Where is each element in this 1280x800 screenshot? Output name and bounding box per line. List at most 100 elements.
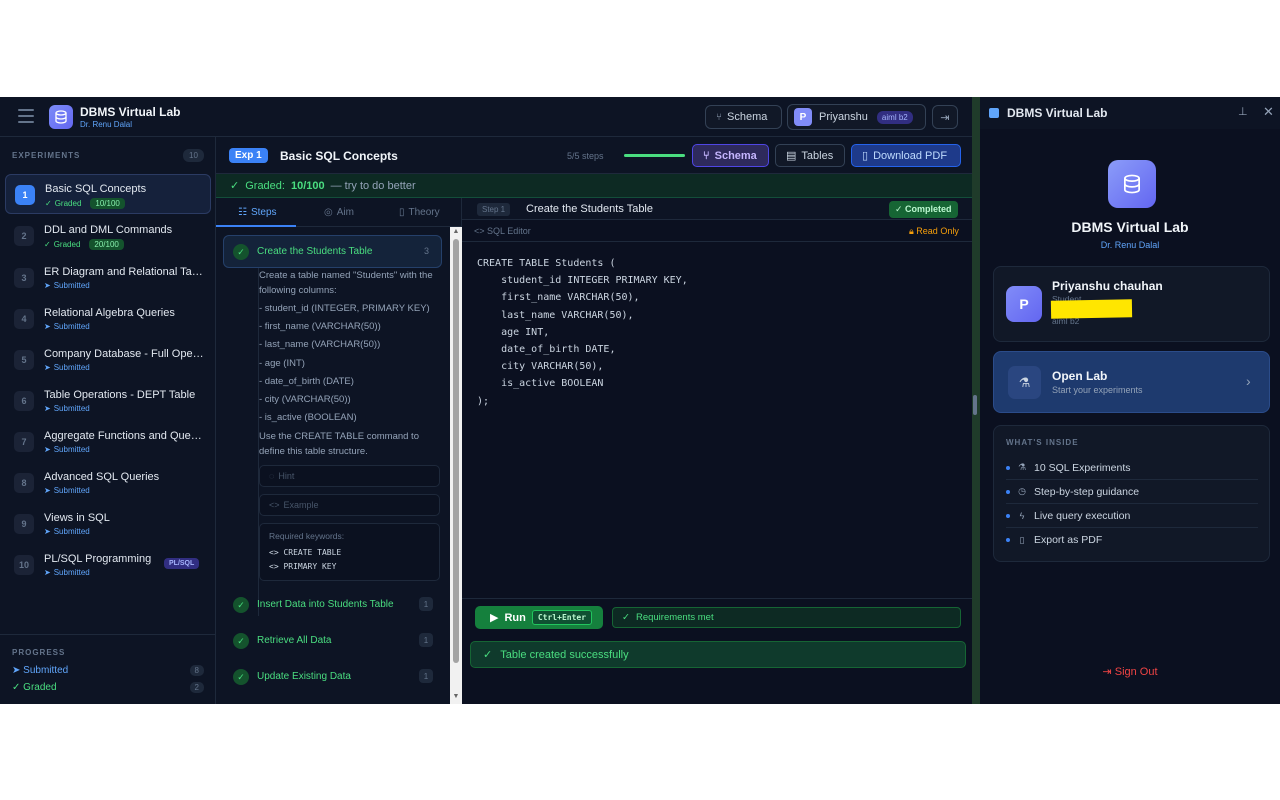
- open-lab-title: Open Lab: [1052, 369, 1108, 383]
- step-item[interactable]: ✓ Update Existing Data 1: [233, 667, 438, 687]
- step-item[interactable]: ✓ Retrieve All Data 1: [233, 631, 438, 651]
- feature-text: 10 SQL Experiments: [1034, 461, 1131, 474]
- logout-icon: ⇥: [940, 111, 950, 124]
- user-name: Priyanshu: [819, 111, 868, 123]
- database-logo-icon: [1108, 160, 1156, 208]
- resize-handle[interactable]: [973, 395, 977, 415]
- graded-score: 10/100: [290, 179, 325, 192]
- sidebar-item-exp-5[interactable]: 5 Company Database - Full Operat... ➤ Sub…: [5, 340, 211, 380]
- hint-button[interactable]: ◌ Hint: [259, 465, 440, 487]
- exp-status: ➤ Submitted: [44, 404, 90, 413]
- status-text: Submitted: [53, 281, 90, 290]
- bullet: [1006, 538, 1010, 542]
- sidebar-item-exp-8[interactable]: 8 Advanced SQL Queries ➤ Submitted: [5, 463, 211, 503]
- tab-theory[interactable]: ▯ Theory: [399, 207, 440, 218]
- lightbulb-icon: ◌: [269, 471, 275, 481]
- menu-icon[interactable]: [18, 109, 34, 123]
- exp-status: ➤ Submitted: [44, 568, 90, 577]
- sidebar-item-exp-1[interactable]: 1 Basic SQL Concepts ✓ Graded 10/100: [5, 174, 211, 214]
- check-circle-icon: ✓: [483, 649, 493, 661]
- tab-steps[interactable]: ☷ Steps: [238, 207, 277, 218]
- progress-submitted: ➤ Submitted 8: [12, 665, 204, 676]
- scroll-down-icon[interactable]: ▼: [452, 693, 460, 700]
- graded-note: — try to do better: [330, 179, 416, 192]
- sql-code[interactable]: CREATE TABLE Students ( student_id INTEG…: [477, 255, 688, 410]
- pin-icon[interactable]: ⊥: [1238, 105, 1248, 118]
- schema-icon: ⑂: [716, 111, 722, 123]
- tables-button[interactable]: ▤ Tables: [775, 144, 845, 167]
- step-title: Insert Data into Students Table: [257, 599, 394, 610]
- user-menu-button[interactable]: P Priyanshu aiml b2: [787, 104, 926, 130]
- file-icon: ▯: [862, 150, 869, 162]
- exp-title: Relational Algebra Queries: [44, 307, 175, 319]
- sidebar-item-exp-2[interactable]: 2 DDL and DML Commands ✓ Graded 20/100: [5, 216, 211, 256]
- table-icon: ▤: [786, 150, 797, 162]
- exp-number: 7: [14, 432, 34, 452]
- exp-title: Table Operations - DEPT Table: [44, 389, 196, 401]
- exp-status: ➤ Submitted: [44, 322, 90, 331]
- features-card: WHAT'S INSIDE ⚗ 10 SQL Experiments ◷ Step-…: [993, 425, 1270, 562]
- description-line: Create a table named "Students" with the: [259, 270, 433, 281]
- status-text: Submitted: [53, 363, 90, 372]
- download-pdf-button[interactable]: ▯ Download PDF: [851, 144, 961, 167]
- editor-header: Step 1 Create the Students Table ✓ Compl…: [462, 198, 972, 220]
- exp-status: ➤ Submitted: [44, 445, 90, 454]
- steps-progress-bar: [624, 154, 685, 157]
- app-title: DBMS Virtual Lab: [80, 105, 181, 119]
- feature-item: ⚗ 10 SQL Experiments: [1006, 456, 1258, 480]
- send-icon: ➤: [12, 665, 24, 676]
- user-card: P Priyanshu chauhan Student aiml b2: [993, 266, 1270, 342]
- feature-item: ◷ Step-by-step guidance: [1006, 480, 1258, 504]
- tab-aim[interactable]: ◎ Aim: [324, 207, 354, 218]
- schema-button[interactable]: ⑂ Schema: [705, 105, 782, 129]
- sign-out-label: Sign Out: [1114, 666, 1158, 678]
- window-titlebar: DBMS Virtual Lab ⊥ ✕: [980, 97, 1280, 129]
- scroll-thumb[interactable]: [453, 239, 459, 663]
- side-window: DBMS Virtual Lab ⊥ ✕ DBMS Virtual Lab Dr…: [972, 97, 1280, 704]
- avatar: P: [1006, 286, 1042, 322]
- step-item-active[interactable]: ✓ Create the Students Table 3: [223, 235, 442, 268]
- sidebar-item-exp-6[interactable]: 6 Table Operations - DEPT Table ➤ Submitt…: [5, 381, 211, 421]
- check-circle-icon: ✓: [233, 633, 249, 649]
- exp-status: ➤ Submitted: [44, 527, 90, 536]
- step-item[interactable]: ✓ Insert Data into Students Table 1: [233, 595, 438, 615]
- read-only-indicator: 🔒︎ Read Only: [909, 226, 959, 237]
- logout-button[interactable]: ⇥: [932, 105, 958, 129]
- sidebar-item-exp-3[interactable]: 3 ER Diagram and Relational Tables ➤ Subm…: [5, 258, 211, 298]
- exp-number: 2: [14, 226, 34, 246]
- run-button[interactable]: ▶ Run Ctrl+Enter: [475, 606, 603, 629]
- exp-status: ➤ Submitted: [44, 486, 90, 495]
- example-button[interactable]: <> Example: [259, 494, 440, 516]
- keywords-heading: Required keywords:: [269, 531, 345, 541]
- close-icon[interactable]: ✕: [1263, 104, 1274, 120]
- status-text: Graded: [54, 199, 82, 208]
- open-lab-button[interactable]: ⚗ Open Lab Start your experiments ›: [993, 351, 1270, 413]
- exp-status: ➤ Submitted: [44, 363, 90, 372]
- play-icon: ▶: [490, 612, 499, 624]
- progress-label: Graded: [23, 682, 57, 693]
- feature-text: Step-by-step guidance: [1034, 485, 1140, 498]
- sidebar-item-exp-7[interactable]: 7 Aggregate Functions and Queries ➤ Submi…: [5, 422, 211, 462]
- bullet: [1006, 465, 1010, 470]
- redaction-mark: [1050, 299, 1133, 319]
- book-icon: ▯: [399, 207, 405, 218]
- sign-out-button[interactable]: ⇥ Sign Out: [980, 665, 1280, 678]
- code-icon: <>: [269, 548, 284, 557]
- sidebar-item-exp-4[interactable]: 4 Relational Algebra Queries ➤ Submitted: [5, 299, 211, 339]
- progress-count: 2: [189, 682, 204, 693]
- graded-label: Graded:: [245, 179, 285, 192]
- steps-scrollbar[interactable]: ▲ ▼: [450, 227, 462, 704]
- logout-icon: ⇥: [1102, 666, 1115, 678]
- step-count: 1: [419, 597, 433, 611]
- experiments-count: 10: [183, 149, 204, 162]
- app-subtitle: Dr. Renu Dalal: [80, 120, 133, 129]
- sidebar-item-exp-9[interactable]: 9 Views in SQL ➤ Submitted: [5, 504, 211, 544]
- sidebar-item-exp-10[interactable]: 10 PL/SQL Programming ➤ Submitted PL/SQL: [5, 545, 211, 585]
- send-icon: ➤: [44, 281, 51, 290]
- check-circle-icon: ✓: [622, 612, 630, 623]
- schema-toggle-button[interactable]: ⑂ Schema: [692, 144, 769, 167]
- panel-tabs: ☷ Steps ◎ Aim ▯ Theory: [216, 198, 462, 227]
- flask-icon: ⚗: [1017, 462, 1027, 472]
- step-count: 1: [419, 669, 433, 683]
- scroll-up-icon[interactable]: ▲: [452, 228, 460, 235]
